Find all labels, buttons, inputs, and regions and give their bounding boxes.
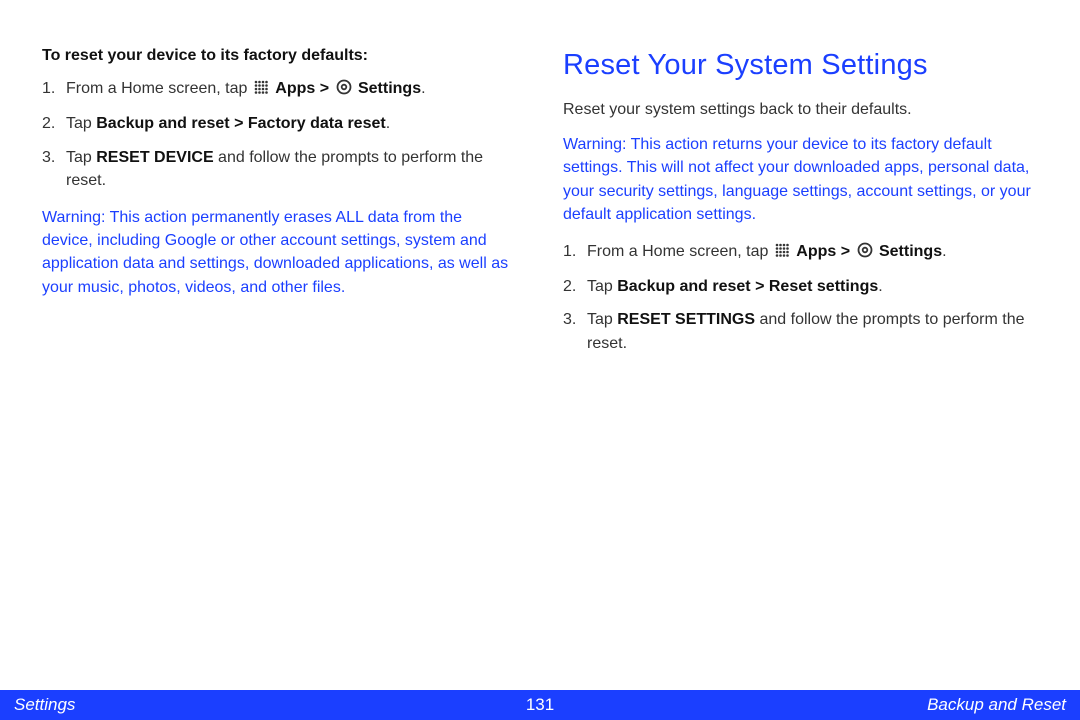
step-bold: RESET DEVICE [96, 149, 213, 166]
period: . [878, 278, 882, 295]
right-step-1: From a Home screen, tap Apps > [563, 240, 1038, 265]
settings-label: Settings [358, 80, 421, 97]
settings-gear-icon [857, 242, 873, 265]
apps-grid-icon [254, 79, 269, 102]
step-bold: RESET SETTINGS [617, 311, 755, 328]
step-text: Tap [66, 115, 96, 132]
left-column: To reset your device to its factory defa… [42, 44, 517, 369]
warning-label: Warning [42, 209, 101, 226]
period: . [386, 115, 390, 132]
apps-grid-icon [775, 242, 790, 265]
right-step-2: Tap Backup and reset > Reset settings. [563, 275, 1038, 298]
step-text: Tap [587, 278, 617, 295]
right-warning: Warning: This action returns your device… [563, 133, 1038, 226]
footer-left: Settings [14, 695, 75, 715]
settings-label: Settings [879, 243, 942, 260]
period: . [421, 80, 425, 97]
settings-gear-icon [336, 79, 352, 102]
left-step-1: From a Home screen, tap Apps > [42, 77, 517, 102]
left-subhead: To reset your device to its factory defa… [42, 44, 517, 67]
manual-page: To reset your device to its factory defa… [0, 0, 1080, 720]
step-text: Tap [587, 311, 617, 328]
two-column-content: To reset your device to its factory defa… [0, 0, 1080, 369]
warning-label: Warning [563, 136, 622, 153]
warning-text: : This action returns your device to its… [563, 136, 1031, 223]
warning-text: : This action permanently erases ALL dat… [42, 209, 508, 296]
apps-label: Apps > [796, 243, 854, 260]
right-title: Reset Your System Settings [563, 44, 1038, 86]
step-text: From a Home screen, tap [66, 80, 252, 97]
period: . [942, 243, 946, 260]
step-bold: Backup and reset > Reset settings [617, 278, 878, 295]
page-number: 131 [526, 695, 554, 715]
step-text: From a Home screen, tap [587, 243, 773, 260]
left-step-2: Tap Backup and reset > Factory data rese… [42, 112, 517, 135]
step-text: Tap [66, 149, 96, 166]
step-bold: Backup and reset > Factory data reset [96, 115, 385, 132]
right-column: Reset Your System Settings Reset your sy… [563, 44, 1038, 369]
apps-label: Apps > [275, 80, 333, 97]
right-step-3: Tap RESET SETTINGS and follow the prompt… [563, 308, 1038, 354]
left-step-3: Tap RESET DEVICE and follow the prompts … [42, 146, 517, 192]
footer-right: Backup and Reset [927, 695, 1066, 715]
right-steps: From a Home screen, tap Apps > [563, 240, 1038, 355]
page-footer: Settings 131 Backup and Reset [0, 690, 1080, 720]
left-steps: From a Home screen, tap Apps > [42, 77, 517, 192]
right-intro: Reset your system settings back to their… [563, 98, 1038, 121]
left-warning: Warning: This action permanently erases … [42, 206, 517, 299]
